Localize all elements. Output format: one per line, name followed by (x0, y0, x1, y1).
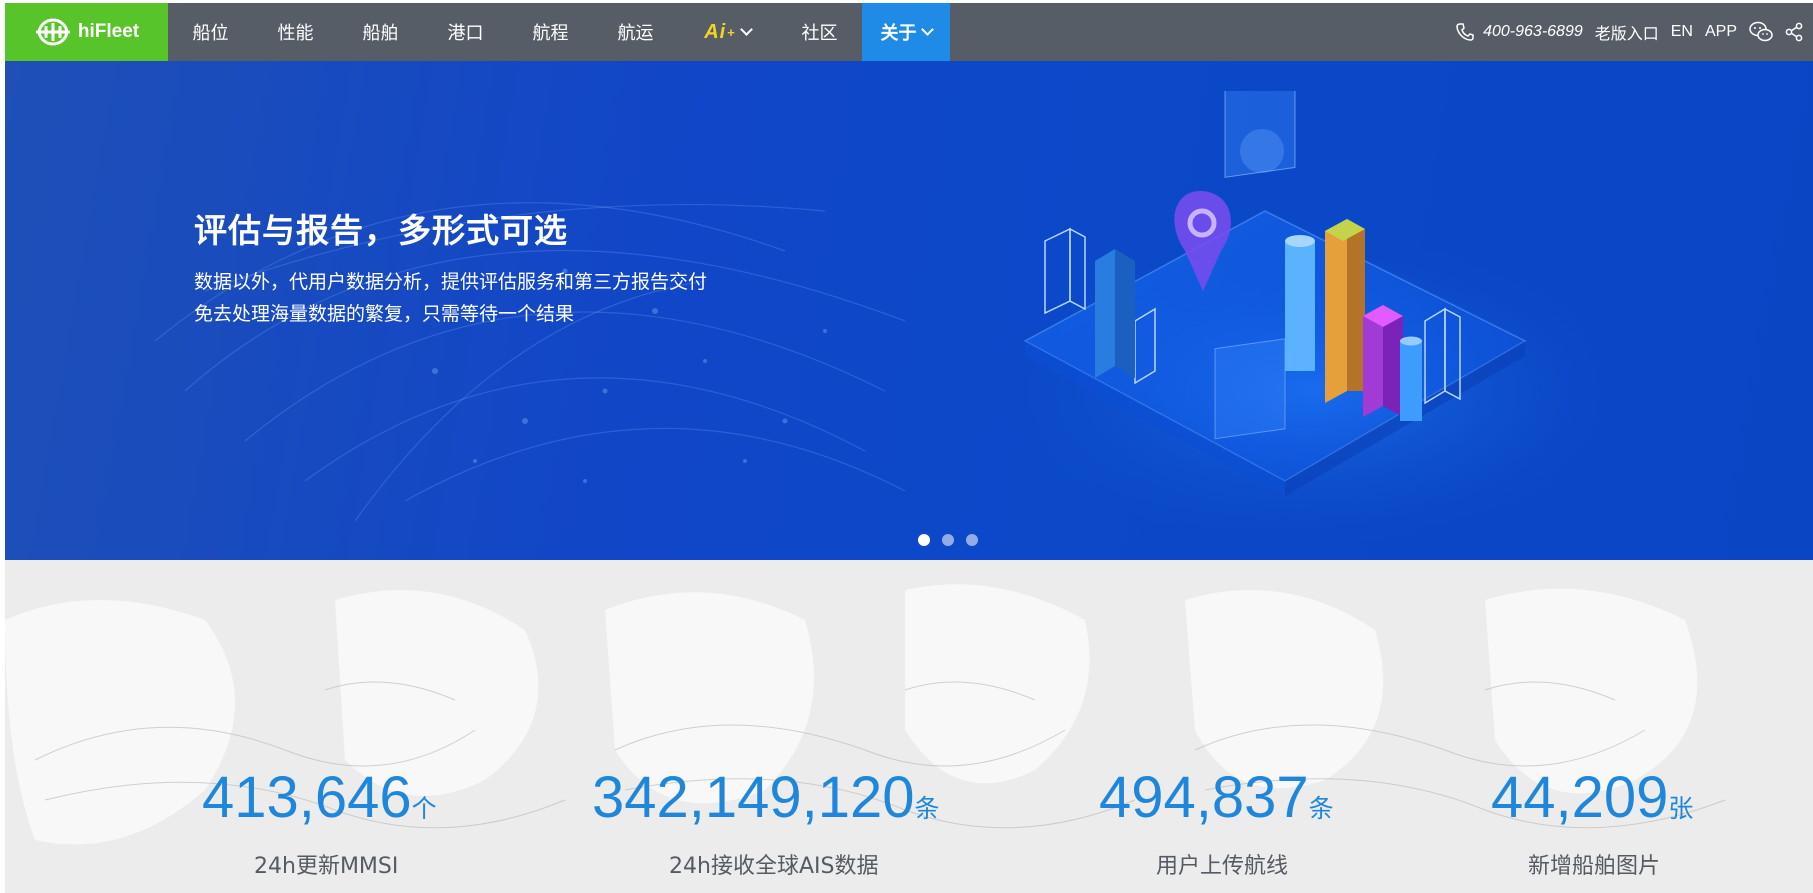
world-map-background (5, 560, 1813, 893)
logo-text: hiFleet (77, 21, 140, 42)
ai-plus: + (727, 24, 735, 40)
ai-label: Ai (704, 20, 727, 43)
phone-number: 400-963-6899 (1483, 23, 1583, 40)
nav-item-shipping[interactable]: 航运 (593, 3, 678, 61)
banner-subtitle-line-2: 免去处理海量数据的繁复，只需等待一个结果 (194, 303, 575, 325)
stat-value-ais: 342,149,120条 (592, 769, 940, 827)
stat-value-mmsi: 413,646个 (202, 769, 437, 827)
nav-right: 400-963-6899 老版入口 EN APP (1455, 3, 1813, 61)
carousel-dot-2[interactable] (942, 534, 954, 546)
nav-item-performance[interactable]: 性能 (253, 3, 338, 61)
stat-label-routes: 用户上传航线 (1156, 854, 1289, 879)
nav-item-ai[interactable]: Ai + (678, 3, 777, 61)
stat-label-photos: 新增船舶图片 (1528, 854, 1661, 879)
stat-unit: 张 (1668, 794, 1694, 823)
nav-item-about-label: 关于 (880, 23, 917, 43)
stat-unit: 条 (914, 794, 940, 823)
nav-item-ships[interactable]: 船舶 (338, 3, 423, 61)
app-link[interactable]: APP (1705, 23, 1737, 41)
old-version-link[interactable]: 老版入口 (1595, 20, 1659, 44)
stat-unit: 个 (411, 794, 437, 823)
chevron-down-icon (739, 23, 753, 36)
hero-banner: 评估与报告，多形式可选 数据以外，代用户数据分析，提供评估服务和第三方报告交付 … (5, 61, 1813, 560)
stat-number: 413,646 (202, 765, 412, 830)
stats-section: 413,646个 24h更新MMSI 342,149,120条 24h接收全球A… (5, 560, 1813, 893)
hifleet-logo-icon (35, 18, 70, 46)
nav-item-position[interactable]: 船位 (168, 3, 253, 61)
stat-label-mmsi: 24h更新MMSI (254, 854, 399, 879)
stat-value-routes: 494,837条 (1099, 769, 1334, 827)
banner-subtitle-line-1: 数据以外，代用户数据分析，提供评估服务和第三方报告交付 (194, 271, 708, 293)
nav-item-ports[interactable]: 港口 (423, 3, 508, 61)
share-icon[interactable] (1785, 22, 1803, 42)
stat-value-photos: 44,209张 (1491, 769, 1693, 827)
phone-contact[interactable]: 400-963-6899 (1455, 22, 1583, 42)
stat-number: 44,209 (1491, 765, 1669, 830)
nav-item-community[interactable]: 社区 (777, 3, 862, 61)
nav-item-voyage[interactable]: 航程 (508, 3, 593, 61)
chevron-down-icon (920, 23, 934, 36)
language-en-link[interactable]: EN (1671, 23, 1693, 41)
banner-title: 评估与报告，多形式可选 (194, 211, 568, 250)
top-navbar: hiFleet 船位 性能 船舶 港口 航程 航运 Ai + 社区 关于 400-… (5, 3, 1813, 61)
carousel-dots (918, 534, 978, 546)
isometric-city-illustration (1023, 91, 1527, 496)
phone-icon (1456, 23, 1474, 41)
stat-unit: 条 (1308, 794, 1334, 823)
wechat-icon[interactable] (1749, 21, 1773, 43)
carousel-dot-1[interactable] (918, 534, 930, 546)
logo[interactable]: hiFleet (5, 3, 168, 61)
main-nav: 船位 性能 船舶 港口 航程 航运 Ai + 社区 关于 (168, 3, 950, 61)
stat-number: 494,837 (1099, 765, 1309, 830)
stat-label-ais: 24h接收全球AIS数据 (669, 854, 879, 879)
stat-number: 342,149,120 (592, 765, 915, 830)
nav-item-about[interactable]: 关于 (862, 3, 950, 61)
carousel-dot-3[interactable] (966, 534, 978, 546)
